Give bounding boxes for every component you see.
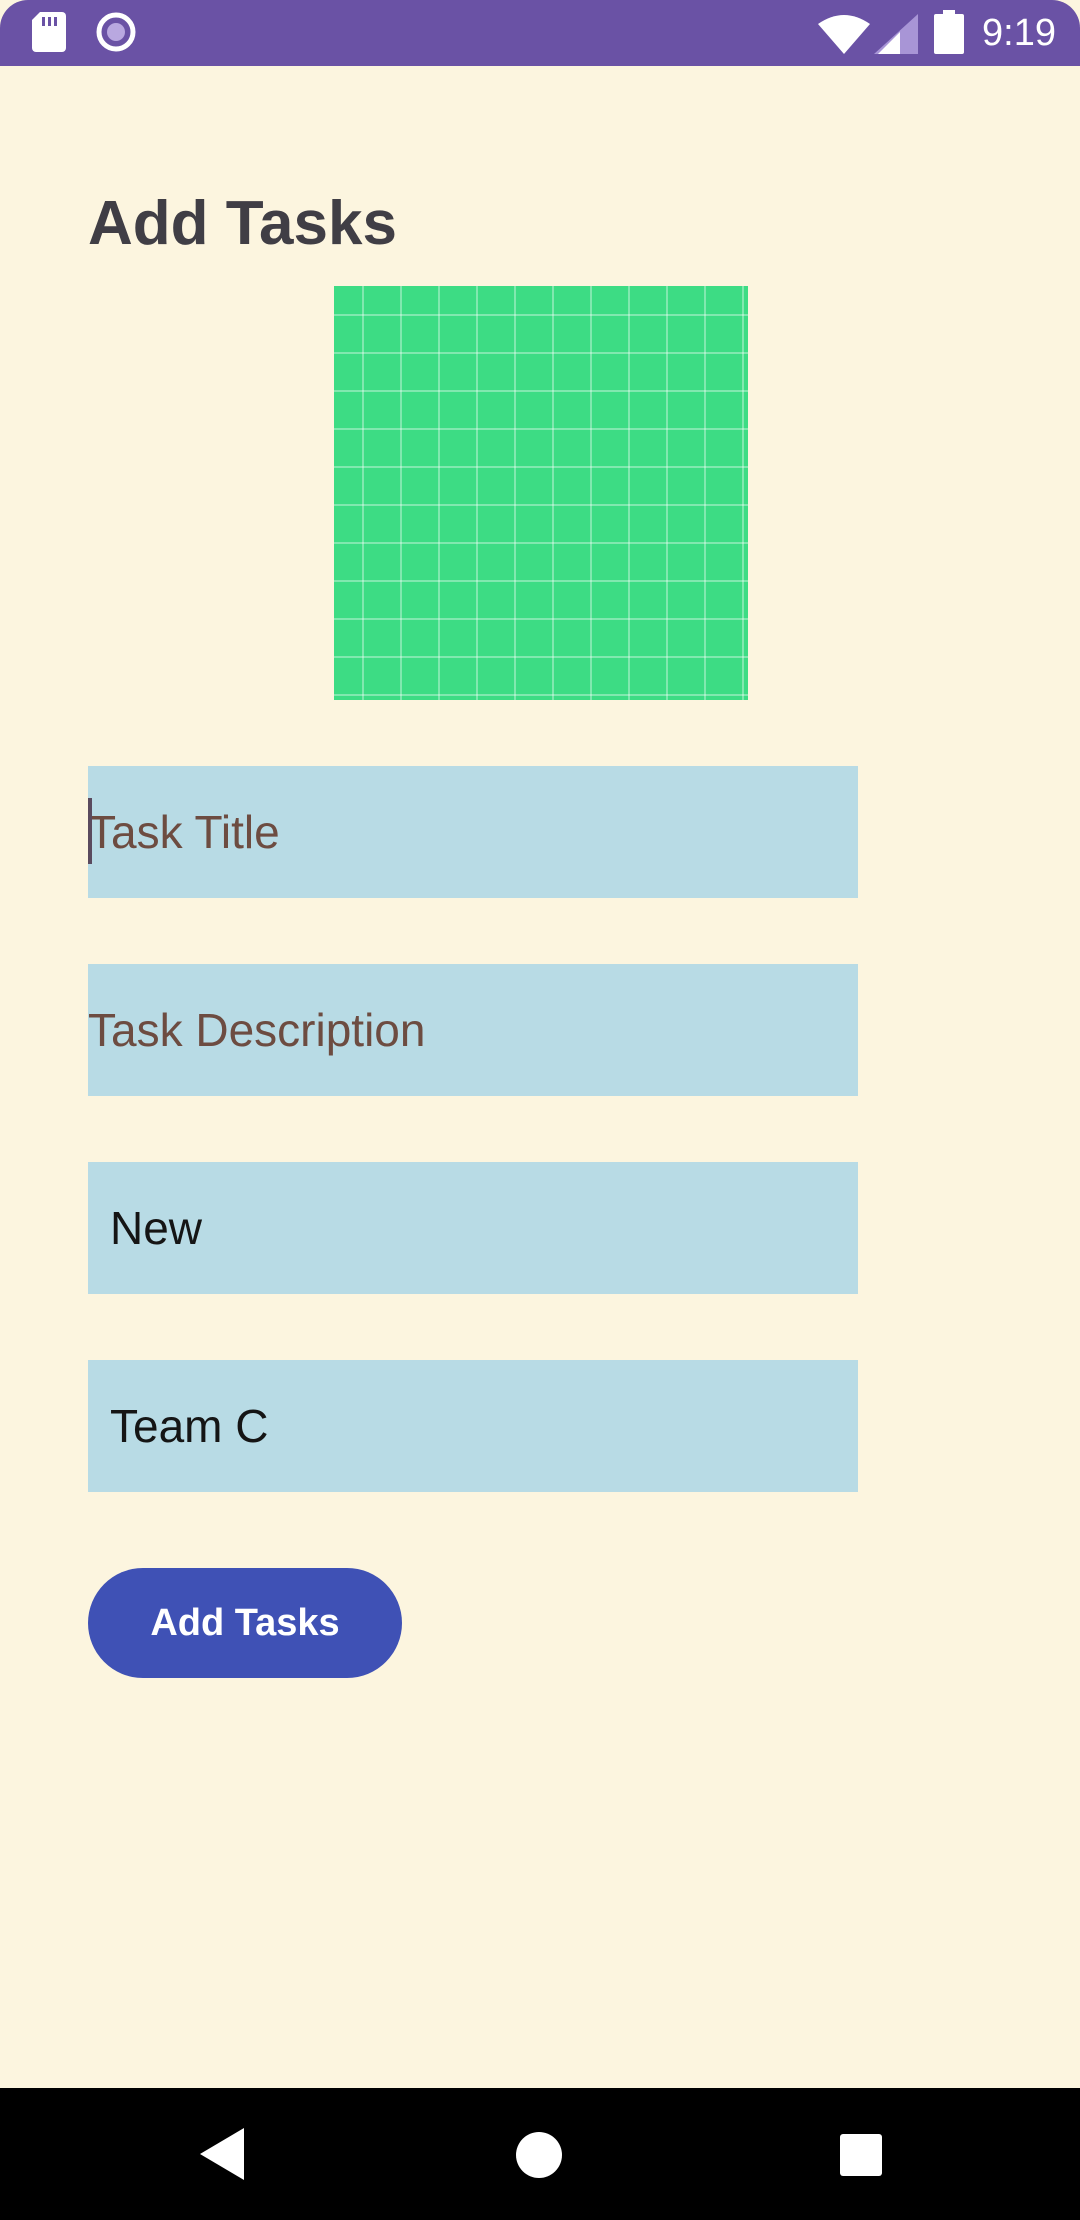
task-status-input[interactable]	[88, 1162, 858, 1294]
circle-notification-icon	[96, 12, 136, 52]
task-team-input[interactable]	[88, 1360, 858, 1492]
task-description-field[interactable]	[88, 964, 858, 1096]
home-icon[interactable]	[516, 2132, 562, 2178]
task-title-field[interactable]	[88, 766, 858, 898]
add-tasks-screen: 9:19 Add Tasks Add Tasks	[0, 0, 1080, 2220]
status-bar: 9:19	[0, 0, 1080, 66]
task-image-placeholder	[334, 286, 748, 700]
task-description-input[interactable]	[88, 964, 858, 1096]
task-title-input[interactable]	[88, 766, 858, 898]
navigation-bar	[0, 2088, 1080, 2220]
battery-icon	[934, 10, 964, 54]
status-clock: 9:19	[982, 12, 1056, 54]
back-icon[interactable]	[200, 2128, 244, 2180]
wifi-icon	[818, 15, 870, 54]
add-tasks-button[interactable]: Add Tasks	[88, 1568, 402, 1678]
task-status-field[interactable]	[88, 1162, 858, 1294]
task-team-field[interactable]	[88, 1360, 858, 1492]
text-cursor	[88, 798, 92, 864]
page-title: Add Tasks	[88, 189, 397, 258]
recents-icon[interactable]	[840, 2134, 882, 2176]
sd-card-icon	[32, 12, 66, 52]
signal-icon	[874, 14, 918, 54]
